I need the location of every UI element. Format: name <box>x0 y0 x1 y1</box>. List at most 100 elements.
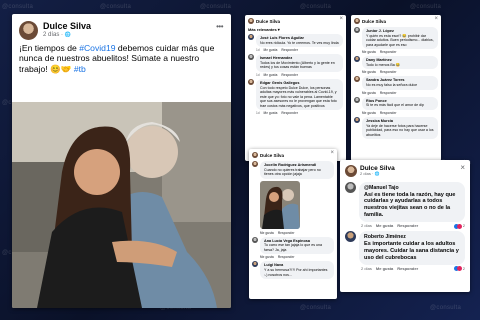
close-icon[interactable]: × <box>330 150 334 156</box>
author-name[interactable]: Dulce Silva <box>256 19 280 24</box>
author-avatar[interactable] <box>248 18 254 24</box>
comments-card-b: Dulce Silva × Junior J. López Y quién es … <box>351 15 441 161</box>
comment-bubble: Ana Lucía Vega Espinosa Tu carro ese tan … <box>260 236 334 255</box>
comment-text: Todo lo menos Ba 😂 <box>366 62 401 67</box>
sort-comments-label[interactable]: Más relevantes ▾ <box>248 27 343 32</box>
post-photo[interactable] <box>12 102 231 308</box>
commenter-avatar[interactable] <box>252 236 258 243</box>
comment-actions: Me gusta Responder <box>362 111 438 115</box>
commenter-avatar[interactable] <box>252 261 258 268</box>
reply-link[interactable]: Responder <box>380 70 397 74</box>
comment-actions: Me gusta Responder <box>260 231 334 235</box>
comment-text: Tu carro ese tan jajaja lo que es una fa… <box>264 243 323 252</box>
commenter-avatar[interactable] <box>345 182 356 193</box>
hashtag-link[interactable]: #tb <box>74 64 86 74</box>
reactions[interactable]: 2 <box>453 266 465 272</box>
comment-bubble: Sandra Juárez Torres No es muy falso la s… <box>362 76 438 90</box>
author-name[interactable]: Dulce Silva <box>43 21 91 32</box>
commenter-avatar[interactable] <box>354 116 360 123</box>
more-options-icon[interactable]: ••• <box>216 22 223 31</box>
author-name[interactable]: Dulce Silva <box>362 19 386 24</box>
reply-link[interactable]: Responder <box>397 223 418 228</box>
commenter-avatar[interactable] <box>354 27 360 33</box>
author-avatar[interactable] <box>354 18 360 24</box>
commenter-avatar[interactable] <box>354 76 360 83</box>
comment-text: Y quién es esta escri? 😂 prohibir dar cu… <box>366 33 434 47</box>
comment-item: Ríos Ponce Si te es más fácil que el amor… <box>354 96 438 115</box>
like-link[interactable]: Me gusta <box>362 70 376 74</box>
comment-actions: Me gusta Responder <box>362 70 438 74</box>
photo-illustration <box>12 102 231 308</box>
post-time[interactable]: 2 días · <box>43 32 65 38</box>
close-icon[interactable]: × <box>434 16 438 22</box>
commenter-avatar[interactable] <box>252 161 258 167</box>
comment-text: Cuando no quieres trabajar pero no tiene… <box>264 167 321 177</box>
author-name[interactable]: Dulce Silva <box>260 153 284 158</box>
comment-text: Así es tiene toda la razón, hay que cuid… <box>364 191 456 219</box>
comment-actions: Me gusta Responder <box>362 91 438 95</box>
comment-actions: 1d Me gusta Responder <box>256 48 299 53</box>
reply-link[interactable]: Responder <box>380 50 397 54</box>
comment-item: José Luis Flores Aguilar No eres ridícula… <box>248 34 343 52</box>
comment-text: Ya deje de hacerse fotos para hacerse pu… <box>366 123 434 137</box>
comment-bubble: Junior J. López Y quién es esta escri? 😂 … <box>362 27 438 50</box>
commenter-avatar[interactable] <box>248 34 254 40</box>
comment-item: Dany Martínez Todo lo menos Ba 😂 Me gusta… <box>354 56 438 74</box>
commenter-avatar[interactable] <box>248 54 254 61</box>
hashtag-link[interactable]: #Covid19 <box>79 43 115 53</box>
close-icon[interactable]: × <box>460 163 465 172</box>
reply-link[interactable]: Responder <box>278 231 295 235</box>
like-link[interactable]: Me gusta <box>264 111 278 115</box>
comment-actions: 2 días Me gusta Responder 2 <box>361 223 465 229</box>
commenter-avatar[interactable] <box>354 96 360 103</box>
heart-reaction-icon <box>456 266 462 272</box>
like-link[interactable]: Me gusta <box>260 231 274 235</box>
close-icon[interactable]: × <box>339 16 343 22</box>
author-avatar[interactable] <box>19 21 38 40</box>
like-link[interactable]: Me gusta <box>260 255 274 259</box>
watermark: @consulta <box>100 4 132 10</box>
reply-link[interactable]: Responder <box>281 111 298 115</box>
thumbnail-illustration <box>260 180 300 229</box>
watermark: @consulta <box>300 305 332 311</box>
comments-card-c: Dulce Silva × Jocelin Rodríguez Arismend… <box>249 149 337 299</box>
reply-link[interactable]: Responder <box>380 111 397 115</box>
comment-bubble: Ríos Ponce Si te es más fácil que el amor… <box>362 96 438 110</box>
reply-link[interactable]: Responder <box>281 73 298 77</box>
reply-link[interactable]: Responder <box>278 255 295 259</box>
comment-item: @Manuel Tajo Así es tiene toda la razón, … <box>345 182 465 229</box>
like-link[interactable]: Me gusta <box>362 111 376 115</box>
comment-bubble: Luigi Nava Y a su hermosa?!?! Por ahí imp… <box>260 261 334 280</box>
reply-link[interactable]: Responder <box>380 91 397 95</box>
like-link[interactable]: Me gusta <box>376 223 393 228</box>
comments-card-d: Dulce Silva 2 días · 🌐 × @Manuel Tajo Así… <box>340 160 470 292</box>
comment-item: Ana Lucía Vega Espinosa Tu carro ese tan … <box>252 236 334 259</box>
reply-link[interactable]: Responder <box>281 48 298 52</box>
comment-actions: Me gusta Responder <box>260 255 334 259</box>
comment-item: Sandra Juárez Torres No es muy falso la s… <box>354 76 438 95</box>
commenter-avatar[interactable] <box>354 56 360 63</box>
like-link[interactable]: Me gusta <box>264 73 278 77</box>
reactions[interactable]: 2 <box>453 223 465 229</box>
post-time[interactable]: 2 días · <box>360 171 374 176</box>
commenter-avatar[interactable] <box>345 231 356 243</box>
like-link[interactable]: Me gusta <box>362 50 376 54</box>
like-link[interactable]: Me gusta <box>264 48 278 52</box>
main-post-card: Dulce Silva 2 días · 🌐 ••• ¡En tiempos d… <box>12 14 231 308</box>
like-link[interactable]: Me gusta <box>362 91 376 95</box>
comment-bubble: Edgar Genis Gallegos Con todo respeto Dul… <box>256 78 343 111</box>
commenter-avatar[interactable] <box>248 78 254 85</box>
comment-bubble: José Luis Flores Aguilar No eres ridícula… <box>256 34 343 48</box>
watermark: @consulta <box>430 305 462 311</box>
comment-text: Si te es más fácil que el amor de dip <box>366 103 424 108</box>
comment-actions: 1d Me gusta Responder <box>256 111 299 116</box>
comment-actions: 2 días Me gusta Responder 2 <box>361 265 465 272</box>
author-avatar[interactable] <box>252 152 258 158</box>
watermark: @consulta <box>200 4 232 10</box>
author-avatar[interactable] <box>345 165 357 177</box>
comment-item: Luigi Nava Y a su hermosa?!?! Por ahí imp… <box>252 261 334 280</box>
comment-attached-photo[interactable] <box>260 180 300 229</box>
watermark: @consulta <box>300 4 332 10</box>
reply-link[interactable]: Responder <box>397 266 418 271</box>
like-link[interactable]: Me gusta <box>376 266 393 271</box>
